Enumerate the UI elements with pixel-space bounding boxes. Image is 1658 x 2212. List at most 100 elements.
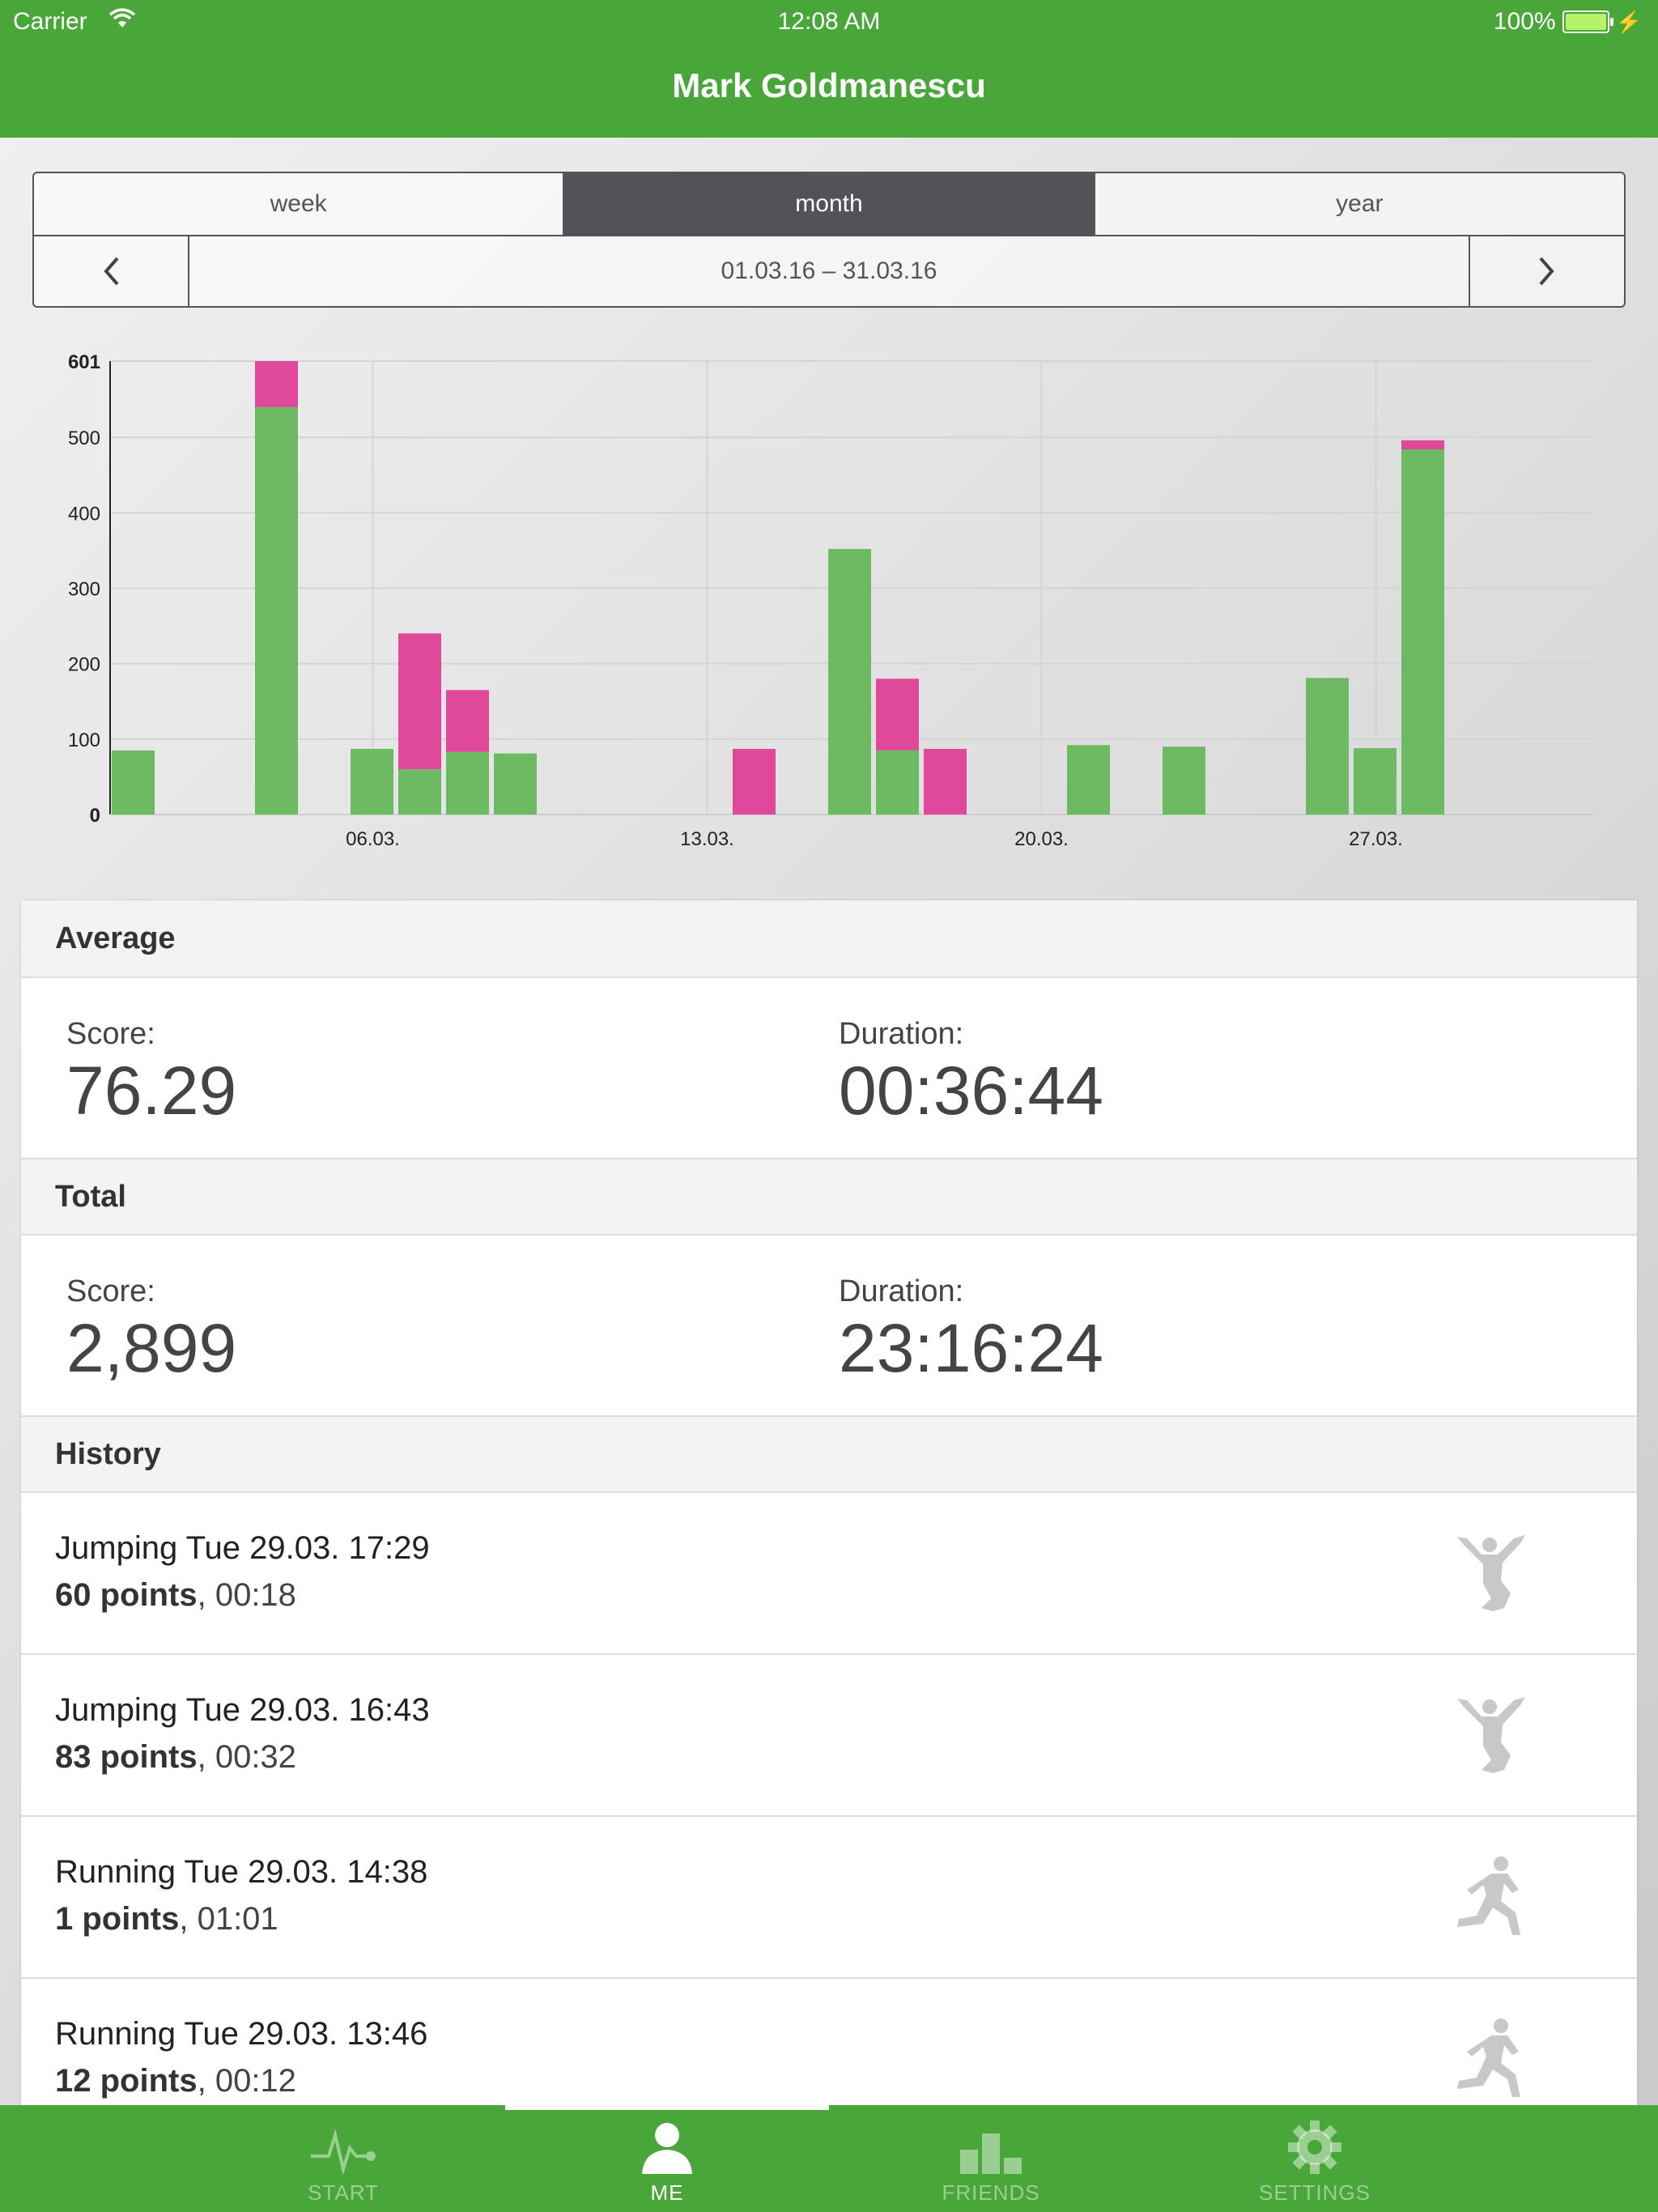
average-duration-label: Duration: [839,1017,964,1051]
average-score: Score: 76.29 [66,1017,236,1125]
running-icon [1457,2018,1520,2097]
history-item-points: 12 points [55,2063,198,2099]
bar-pink [924,748,967,815]
tab-month[interactable]: month [564,173,1095,235]
podium-icon [960,2133,1022,2174]
bar-green [1163,747,1205,815]
battery-icon [1562,11,1613,33]
y-tick-label: 500 [68,428,100,449]
tab-settings[interactable]: SETTINGS [1153,2105,1477,2212]
bar-pink [1401,440,1444,450]
total-duration-value: 23:16:24 [839,1310,1103,1386]
running-icon [1457,1857,1520,1935]
average-stats: Score: 76.29 Duration: 00:36:44 [21,978,1637,1158]
history-item-duration: , 00:18 [197,1577,296,1613]
average-duration: Duration: 00:36:44 [839,1017,1103,1125]
y-tick-label: 100 [68,730,100,751]
battery-percent: 100% [1493,8,1556,35]
tab-friends-label: FRIENDS [942,2180,1040,2205]
history-item-duration: , 00:32 [197,1739,296,1775]
bar-pink [876,678,919,751]
clock: 12:08 AM [777,8,881,35]
average-score-label: Score: [66,1017,155,1051]
bar-green [1306,678,1349,815]
history-item[interactable]: Jumping Tue 29.03. 17:29 60 points, 00:1… [21,1493,1637,1655]
history-item[interactable]: Jumping Tue 29.03. 16:43 83 points, 00:3… [21,1655,1637,1817]
total-score-label: Score: [66,1274,155,1308]
x-tick-label: 06.03. [346,828,400,850]
tab-settings-label: SETTINGS [1258,2180,1371,2205]
history-item-duration: , 00:12 [197,2063,296,2099]
x-tick-label: 20.03. [1014,828,1069,850]
top-bar: Carrier 12:08 AM 100% ⚡ Mark Goldmanescu [0,0,1658,138]
bar-green [112,750,155,815]
total-duration: Duration: 23:16:24 [839,1274,1103,1382]
chevron-left-icon [104,257,119,286]
bar-green [1354,748,1397,815]
history-item-points: 83 points [55,1739,198,1775]
total-header: Total [21,1158,1637,1236]
tab-start[interactable]: START [181,2105,505,2212]
gear-icon [1288,2121,1341,2174]
person-icon [642,2123,692,2174]
previous-period-button[interactable] [34,236,189,306]
y-tick-label: 601 [68,351,100,373]
bar-green [1067,745,1110,815]
tab-me[interactable]: ME [505,2105,829,2212]
history-item-summary: 1 points, 01:01 [55,1901,278,1938]
tab-week[interactable]: week [34,173,565,235]
history-item[interactable]: Running Tue 29.03. 13:46 12 points, 00:1… [21,1979,1637,2107]
pulse-icon [311,2129,376,2176]
history-item[interactable]: Running Tue 29.03. 14:38 1 points, 01:01 [21,1817,1637,1979]
tab-me-label: ME [650,2180,684,2205]
y-tick-label: 300 [68,578,100,600]
y-tick-label: 200 [68,654,100,676]
bar-green [446,751,489,815]
tab-friends[interactable]: FRIENDS [829,2105,1153,2212]
tab-start-label: START [308,2180,379,2205]
history-item-title: Jumping Tue 29.03. 16:43 [55,1692,430,1728]
y-tick-label: 0 [90,805,100,827]
history-item-title: Jumping Tue 29.03. 17:29 [55,1530,430,1566]
bar-pink [446,690,489,752]
bar-pink [255,361,298,407]
bar-green [398,769,441,815]
total-duration-label: Duration: [839,1274,964,1308]
bar-green [351,748,393,815]
bar-green [255,406,298,815]
page-title: Mark Goldmanescu [672,66,986,104]
total-score-value: 2,899 [66,1310,237,1386]
history-item-summary: 12 points, 00:12 [55,2063,296,2099]
history-item-summary: 60 points, 00:18 [55,1577,296,1614]
tab-bar: START ME FRIENDS SETTINGS [0,2105,1658,2212]
bar-pink [398,633,441,770]
jumping-icon [1457,1535,1525,1611]
history-item-title: Running Tue 29.03. 14:38 [55,1854,428,1890]
bar-green [1401,449,1444,815]
history-item-points: 60 points [55,1577,198,1613]
bar-green [876,750,919,815]
total-stats: Score: 2,899 Duration: 23:16:24 [21,1236,1637,1415]
date-range-label: 01.03.16 – 31.03.16 [721,257,937,284]
x-tick-label: 13.03. [680,828,734,850]
history-item-duration: , 01:01 [179,1901,278,1937]
history-item-summary: 83 points, 00:32 [55,1739,296,1776]
status-bar: Carrier 12:08 AM 100% ⚡ [0,0,1658,45]
chevron-right-icon [1539,257,1554,286]
average-score-value: 76.29 [66,1053,237,1129]
tab-year[interactable]: year [1095,173,1624,235]
activity-chart: 0 100 200 300 400 500 601 06.03. 13.03. 20.03. 27.… [68,351,1593,850]
bar-pink [733,748,776,815]
total-score: Score: 2,899 [66,1274,236,1382]
battery-indicator: 100% ⚡ [1494,8,1642,36]
average-duration-value: 00:36:44 [839,1053,1103,1129]
x-tick-label: 27.03. [1349,828,1403,850]
history-item-title: Running Tue 29.03. 13:46 [55,2016,428,2052]
stats-card: Average Score: 76.29 Duration: 00:36:44 … [21,900,1637,2107]
charging-icon: ⚡ [1615,9,1642,34]
next-period-button[interactable] [1469,236,1624,306]
history-header: History [21,1415,1637,1493]
bar-green [494,753,537,815]
bar-green [828,549,871,815]
period-selector: week month year 01.03.16 – 31.03.16 [32,172,1626,308]
